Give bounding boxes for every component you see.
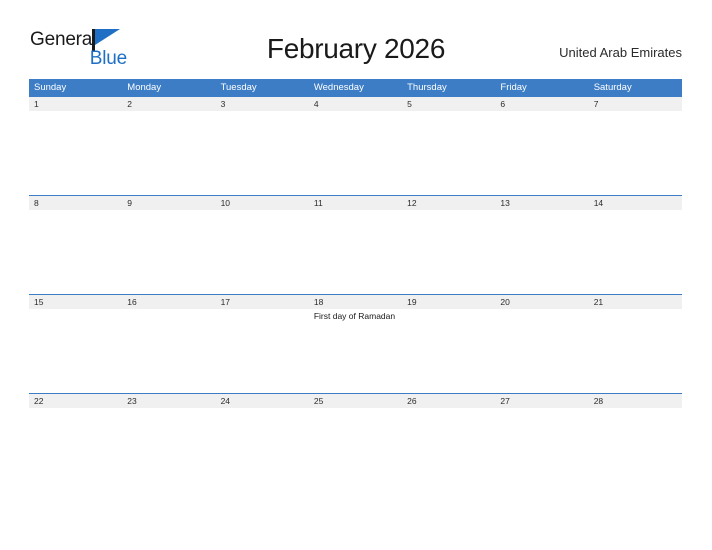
calendar-day-cell[interactable]: 6	[495, 97, 589, 195]
day-number: 5	[407, 99, 412, 109]
calendar-day-cell[interactable]: 11	[308, 196, 403, 294]
day-number: 6	[500, 99, 506, 109]
page-header: General Blue February 2026 United Arab E…	[0, 0, 712, 78]
calendar-day-cell[interactable]: 15	[29, 295, 123, 393]
day-number: 22	[34, 396, 44, 406]
weekday-sunday: Sunday	[34, 82, 67, 93]
day-number: 24	[220, 396, 231, 406]
day-number: 20	[500, 297, 510, 307]
calendar-week-row: 22 23 24 25 26 27 28	[29, 393, 682, 492]
day-number-band	[215, 97, 309, 111]
day-number-band	[588, 97, 682, 111]
day-number: 1	[34, 99, 39, 109]
calendar-page: General Blue February 2026 United Arab E…	[0, 0, 712, 550]
day-number-band	[402, 97, 496, 111]
calendar-day-cell[interactable]: 3	[215, 97, 309, 195]
day-number: 18	[313, 297, 324, 307]
day-number-band	[29, 196, 123, 210]
calendar-day-cell[interactable]: 9	[122, 196, 216, 294]
calendar-day-cell[interactable]: 18 First day of Ramadan	[308, 295, 403, 393]
calendar-week-row: 15 16 17 18 First day of Ramadan 19 20 21	[29, 294, 682, 393]
day-number: 16	[127, 297, 137, 307]
day-number-band	[308, 97, 403, 111]
day-number: 14	[593, 198, 604, 208]
region-label: United Arab Emirates	[559, 45, 682, 60]
calendar-week-row: 1 2 3 4 5 6 7	[29, 96, 682, 195]
calendar-event[interactable]: First day of Ramadan	[314, 311, 398, 323]
calendar-day-cell[interactable]: 27	[495, 394, 589, 492]
day-number: 2	[127, 99, 133, 109]
calendar-day-cell[interactable]: 28	[588, 394, 682, 492]
day-number: 25	[313, 396, 324, 406]
day-number: 9	[127, 198, 133, 208]
day-number: 26	[407, 396, 417, 406]
calendar-day-cell[interactable]: 5	[402, 97, 496, 195]
weekday-tuesday: Tuesday	[220, 82, 257, 93]
calendar-day-cell[interactable]: 17	[215, 295, 309, 393]
weekday-thursday: Thursday	[407, 82, 447, 93]
weekday-wednesday: Wednesday	[313, 82, 364, 93]
calendar-day-cell[interactable]: 22	[29, 394, 123, 492]
day-number: 23	[127, 396, 137, 406]
calendar-day-cell[interactable]: 26	[402, 394, 496, 492]
day-number: 13	[500, 198, 510, 208]
weekday-header-row: Sunday Monday Tuesday Wednesday Thursday…	[29, 79, 682, 96]
day-number: 19	[407, 297, 417, 307]
calendar-day-cell[interactable]: 23	[122, 394, 216, 492]
day-number-band	[122, 97, 216, 111]
calendar-day-cell[interactable]: 8	[29, 196, 123, 294]
weekday-saturday: Saturday	[593, 82, 632, 93]
day-number: 15	[34, 297, 44, 307]
calendar-day-cell[interactable]: 19	[402, 295, 496, 393]
calendar-day-cell[interactable]: 20	[495, 295, 589, 393]
day-number: 4	[313, 99, 319, 109]
calendar-day-cell[interactable]: 2	[122, 97, 216, 195]
day-events-list: First day of Ramadan	[314, 311, 398, 323]
day-number: 21	[593, 297, 604, 307]
calendar-day-cell[interactable]: 13	[495, 196, 589, 294]
day-number: 28	[593, 396, 604, 406]
calendar-day-cell[interactable]: 24	[215, 394, 309, 492]
day-number: 12	[407, 198, 417, 208]
day-number-band	[122, 196, 216, 210]
day-number: 3	[220, 99, 226, 109]
day-number-band	[29, 97, 123, 111]
day-number: 17	[220, 297, 231, 307]
day-number: 10	[220, 198, 231, 208]
day-number: 8	[34, 198, 39, 208]
calendar-day-cell[interactable]: 21	[588, 295, 682, 393]
calendar-day-cell[interactable]: 14	[588, 196, 682, 294]
calendar-weeks: 1 2 3 4 5 6 7 8 9 10 11 12 13 14 15 16 17 18 First day of …	[29, 96, 682, 492]
calendar-week-row: 8 9 10 11 12 13 14	[29, 195, 682, 294]
day-number: 27	[500, 396, 510, 406]
day-number-band	[495, 97, 589, 111]
calendar-grid: Sunday Monday Tuesday Wednesday Thursday…	[29, 79, 682, 492]
weekday-monday: Monday	[127, 82, 162, 93]
day-number: 11	[313, 198, 323, 208]
calendar-day-cell[interactable]: 4	[308, 97, 403, 195]
calendar-day-cell[interactable]: 1	[29, 97, 123, 195]
weekday-friday: Friday	[500, 82, 527, 93]
calendar-day-cell[interactable]: 16	[122, 295, 216, 393]
calendar-day-cell[interactable]: 25	[308, 394, 403, 492]
calendar-day-cell[interactable]: 12	[402, 196, 496, 294]
calendar-day-cell[interactable]: 7	[588, 97, 682, 195]
calendar-day-cell[interactable]: 10	[215, 196, 309, 294]
day-number: 7	[593, 99, 599, 109]
